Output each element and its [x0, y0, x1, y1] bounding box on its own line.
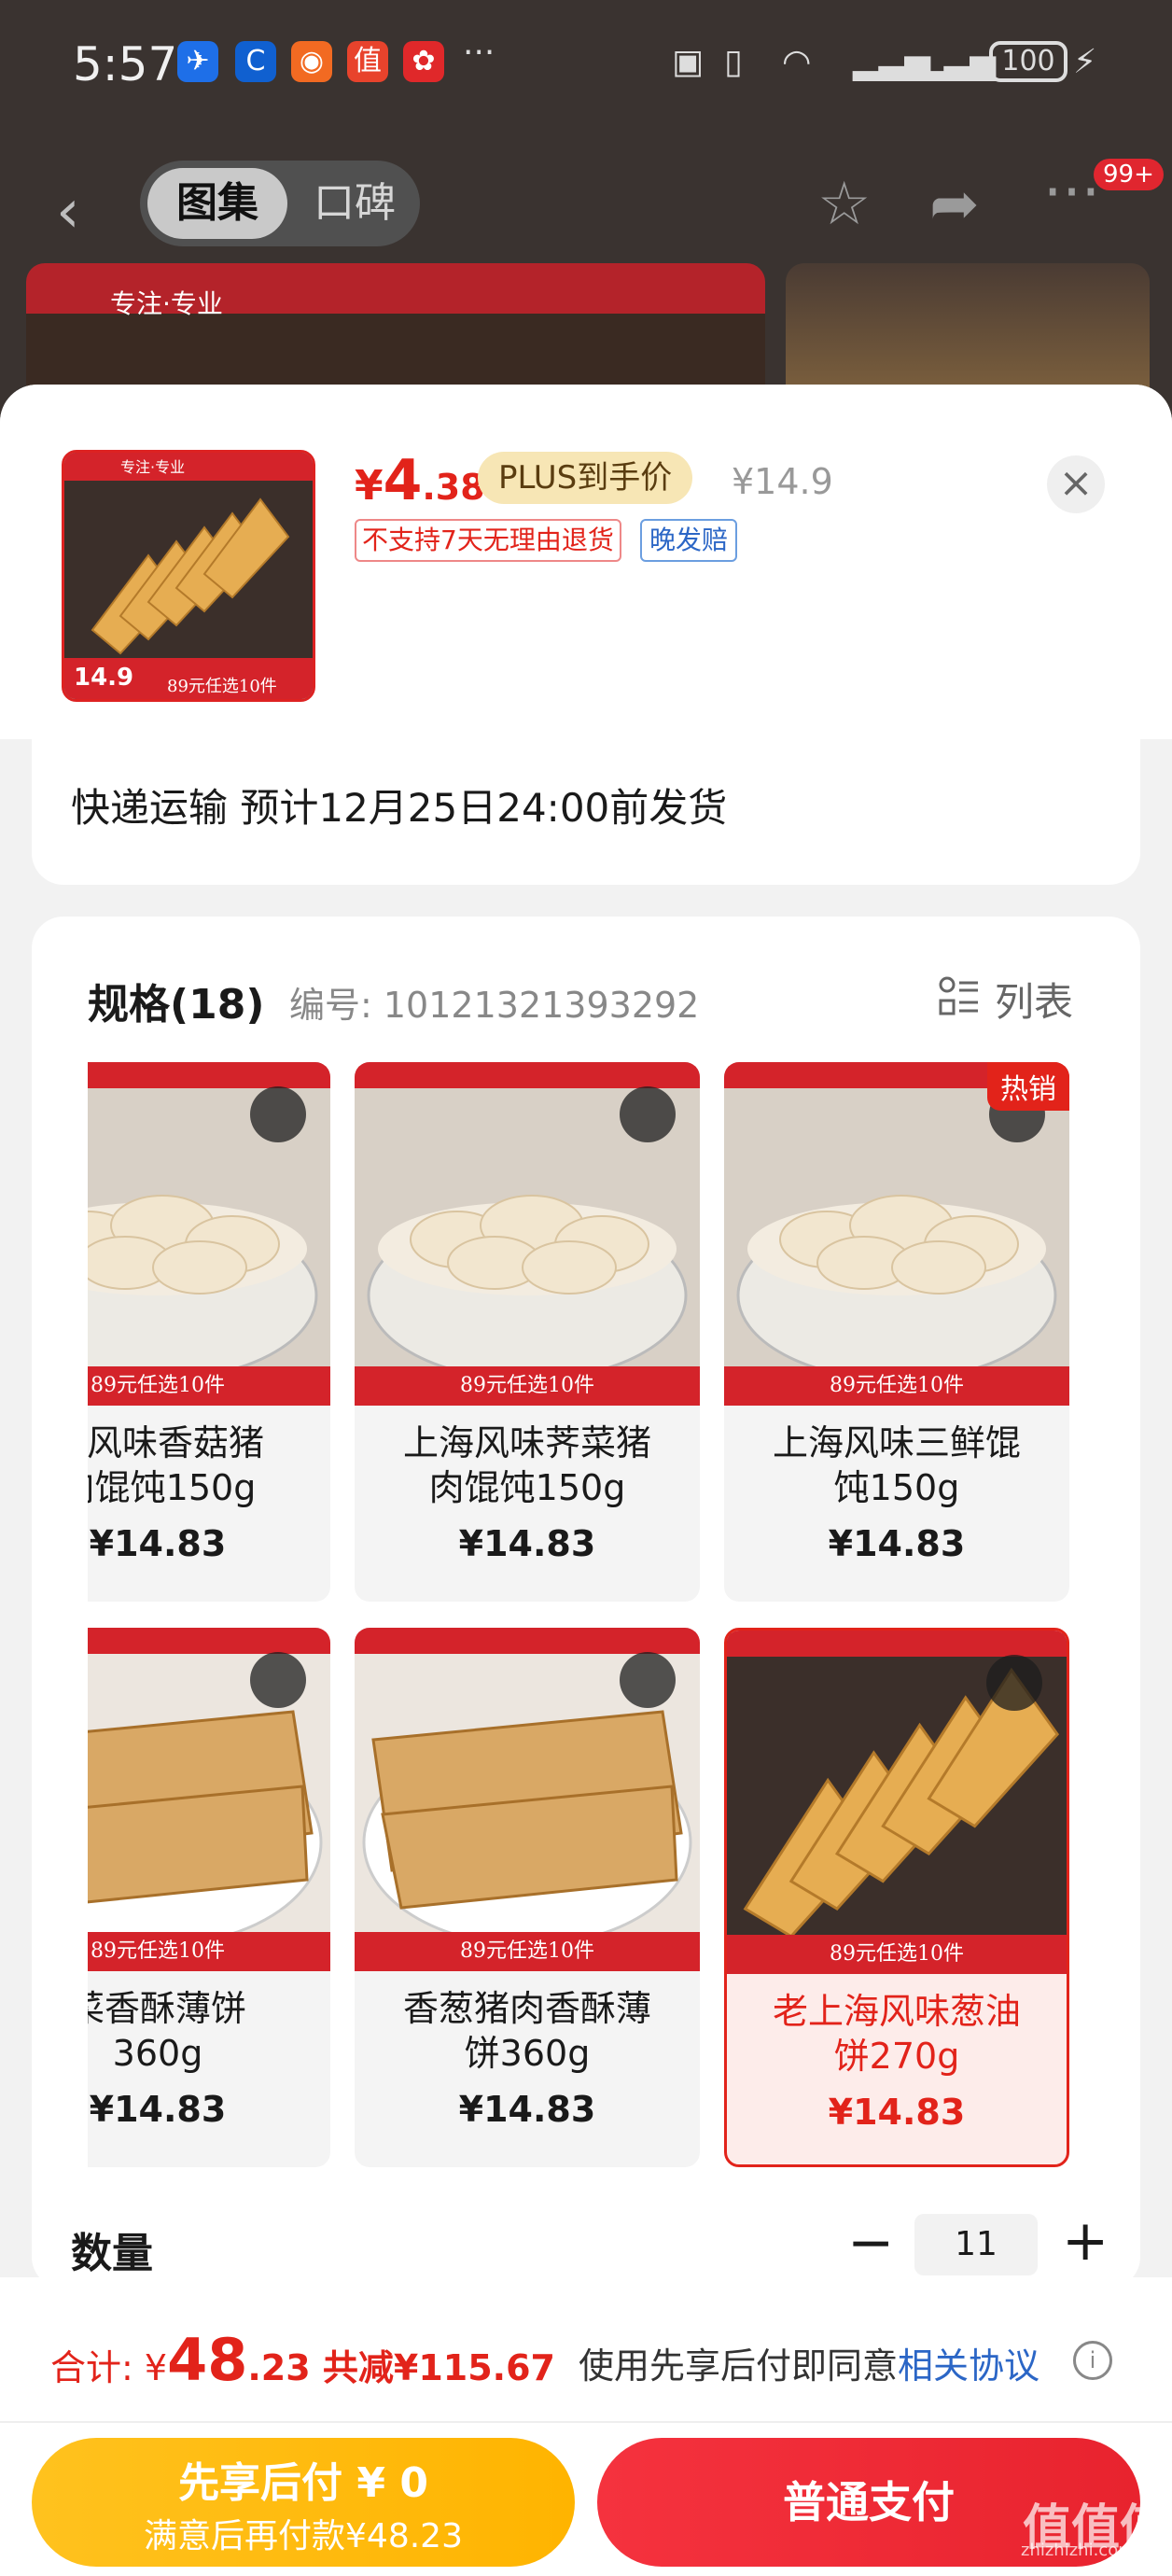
spec-option-name: 老上海风味葱油 饼270g	[772, 1991, 1021, 2077]
spec-option-name: 海风味香菇猪 肉馄饨150g	[88, 1422, 264, 1508]
product-code: 编号: 10121321393292	[289, 985, 700, 1026]
original-price: ¥14.9	[732, 461, 833, 502]
expand-image-icon[interactable]	[250, 1086, 306, 1142]
expand-image-icon[interactable]	[620, 1086, 676, 1142]
list-view-toggle[interactable]: 列表	[995, 971, 1073, 1028]
spec-promo-banner: 89元任选10件	[727, 1935, 1067, 1974]
spec-image-banner	[88, 1628, 330, 1654]
total-label: 合计: ¥	[50, 2347, 168, 2388]
charging-icon: ⚡	[1073, 43, 1097, 81]
app-notification-icon: ✿	[403, 41, 444, 82]
favorite-star-icon[interactable]: ☆	[817, 170, 871, 239]
spec-image-banner	[355, 1628, 700, 1654]
spec-option[interactable]: 89元任选10件海风味香菇猪 肉馄饨150g ¥14.83	[88, 1062, 330, 1602]
agreement-prefix: 使用先享后付即同意	[579, 2345, 899, 2387]
spec-option[interactable]: 89元任选10件 热销上海风味三鲜馄 饨150g ¥14.83	[724, 1062, 1069, 1602]
pancake-photo	[64, 453, 313, 699]
spec-promo-banner: 89元任选10件	[355, 1932, 700, 1971]
expand-image-icon[interactable]	[250, 1652, 306, 1708]
spec-image-banner	[88, 1062, 330, 1088]
total-saved: 共减¥115.67	[310, 2347, 555, 2388]
pay-later-subtitle: 满意后再付款¥48.23	[144, 2517, 463, 2555]
spec-promo-banner: 89元任选10件	[88, 1366, 330, 1406]
quantity-decrease-button[interactable]: −	[847, 2210, 894, 2275]
spec-grid: 89元任选10件海风味香菇猪 肉馄饨150g¥14.8389元任选10件上海风味…	[88, 1062, 1114, 2173]
spec-option-price: ¥14.83	[828, 2092, 966, 2133]
price-integer: 4	[383, 448, 423, 513]
nfc-icon: ▣	[672, 43, 705, 81]
price-symbol: ¥	[355, 462, 384, 510]
banner-text: 专注·专业	[110, 288, 223, 319]
message-badge: 99+	[1094, 159, 1164, 190]
list-view-icon[interactable]	[939, 976, 980, 1017]
vibrate-icon: ▯	[724, 43, 743, 81]
back-icon[interactable]: ‹	[56, 177, 80, 246]
agreement-text: 使用先享后付即同意相关协议	[579, 2337, 1039, 2388]
product-thumbnail[interactable]: 专注·专业 14.9 89元任选10件	[62, 450, 315, 702]
more-icon[interactable]: ···	[1043, 159, 1100, 228]
spec-image-banner	[727, 1631, 1067, 1657]
no-return-tag: 不支持7天无理由退货	[355, 519, 621, 562]
expand-image-icon[interactable]	[986, 1655, 1042, 1711]
app-notification-icon: ✈	[177, 41, 218, 82]
close-icon[interactable]: ×	[1047, 455, 1105, 513]
quantity-input[interactable]: 11	[914, 2214, 1038, 2275]
thumb-promo: 89元任选10件	[167, 677, 277, 696]
divider	[0, 2421, 1172, 2423]
watermark-url: zhizhizhi.com	[1021, 2541, 1135, 2560]
spec-option-name: 菜香酥薄饼 360g	[88, 1988, 246, 2074]
total-integer: 48	[167, 2326, 248, 2394]
battery-icon: 100	[989, 41, 1067, 82]
spec-promo-banner: 89元任选10件	[88, 1932, 330, 1971]
plus-price-badge: PLUS到手价	[478, 452, 693, 504]
spec-promo-banner: 89元任选10件	[724, 1366, 1069, 1406]
spec-option[interactable]: 89元任选10件菜香酥薄饼 360g ¥14.83	[88, 1628, 330, 2167]
app-notification-icon: C	[235, 41, 276, 82]
app-notification-icon: ◉	[291, 41, 332, 82]
shipping-info: 快递运输 预计12月25日24:00前发货	[71, 785, 728, 831]
hot-sale-badge: 热销	[987, 1062, 1069, 1111]
spec-option-price: ¥14.83	[89, 2089, 227, 2130]
info-icon[interactable]: i	[1073, 2341, 1112, 2380]
wifi-icon: ◠	[782, 43, 812, 81]
spec-option-name: 上海风味三鲜馄 饨150g	[772, 1422, 1021, 1508]
share-icon[interactable]: ➦	[929, 170, 980, 239]
more-notifications-icon: ···	[463, 34, 495, 72]
spec-option[interactable]: 89元任选10件香葱猪肉香酥薄 饼360g ¥14.83	[355, 1628, 700, 2167]
order-total: 合计: ¥48.23 共减¥115.67	[50, 2326, 555, 2394]
pay-later-title: 先享后付 ¥ 0	[178, 2459, 428, 2507]
signal-icon: ▂▃▅	[918, 43, 997, 81]
spec-option[interactable]: 89元任选10件上海风味荠菜猪 肉馄饨150g ¥14.83	[355, 1062, 700, 1602]
agreement-link[interactable]: 相关协议	[898, 2345, 1039, 2387]
quantity-label: 数量	[71, 2230, 153, 2277]
quantity-increase-button[interactable]: +	[1062, 2208, 1109, 2274]
tab-gallery[interactable]: 图集	[147, 168, 287, 239]
late-compensation-tag[interactable]: 晚发赔	[640, 519, 738, 562]
spec-option-price: ¥14.83	[828, 1523, 966, 1564]
spec-option-name: 香葱猪肉香酥薄 饼360g	[402, 1988, 651, 2074]
thumb-price: 14.9	[74, 664, 134, 692]
tab-reviews[interactable]: 口碑	[299, 168, 411, 239]
price-decimal: .38	[422, 467, 485, 508]
pay-later-button[interactable]: 先享后付 ¥ 0 满意后再付款¥48.23	[32, 2438, 575, 2567]
spec-image-banner	[355, 1062, 700, 1088]
spec-option-name: 上海风味荠菜猪 肉馄饨150g	[402, 1422, 651, 1508]
status-time: 5:57	[73, 37, 178, 91]
expand-image-icon[interactable]	[620, 1652, 676, 1708]
spec-option-price: ¥14.83	[458, 2089, 596, 2130]
spec-option-price: ¥14.83	[458, 1523, 596, 1564]
thumb-banner-text: 专注·专业	[120, 458, 186, 476]
total-decimal: .23	[247, 2347, 311, 2388]
spec-option-price: ¥14.83	[89, 1523, 227, 1564]
spec-promo-banner: 89元任选10件	[355, 1366, 700, 1406]
spec-option[interactable]: 89元任选10件老上海风味葱油 饼270g ¥14.83	[724, 1628, 1069, 2167]
plus-price: ¥4.38	[355, 448, 485, 513]
app-notification-icon: 值	[347, 41, 388, 82]
spec-title: 规格(18)	[88, 981, 265, 1029]
